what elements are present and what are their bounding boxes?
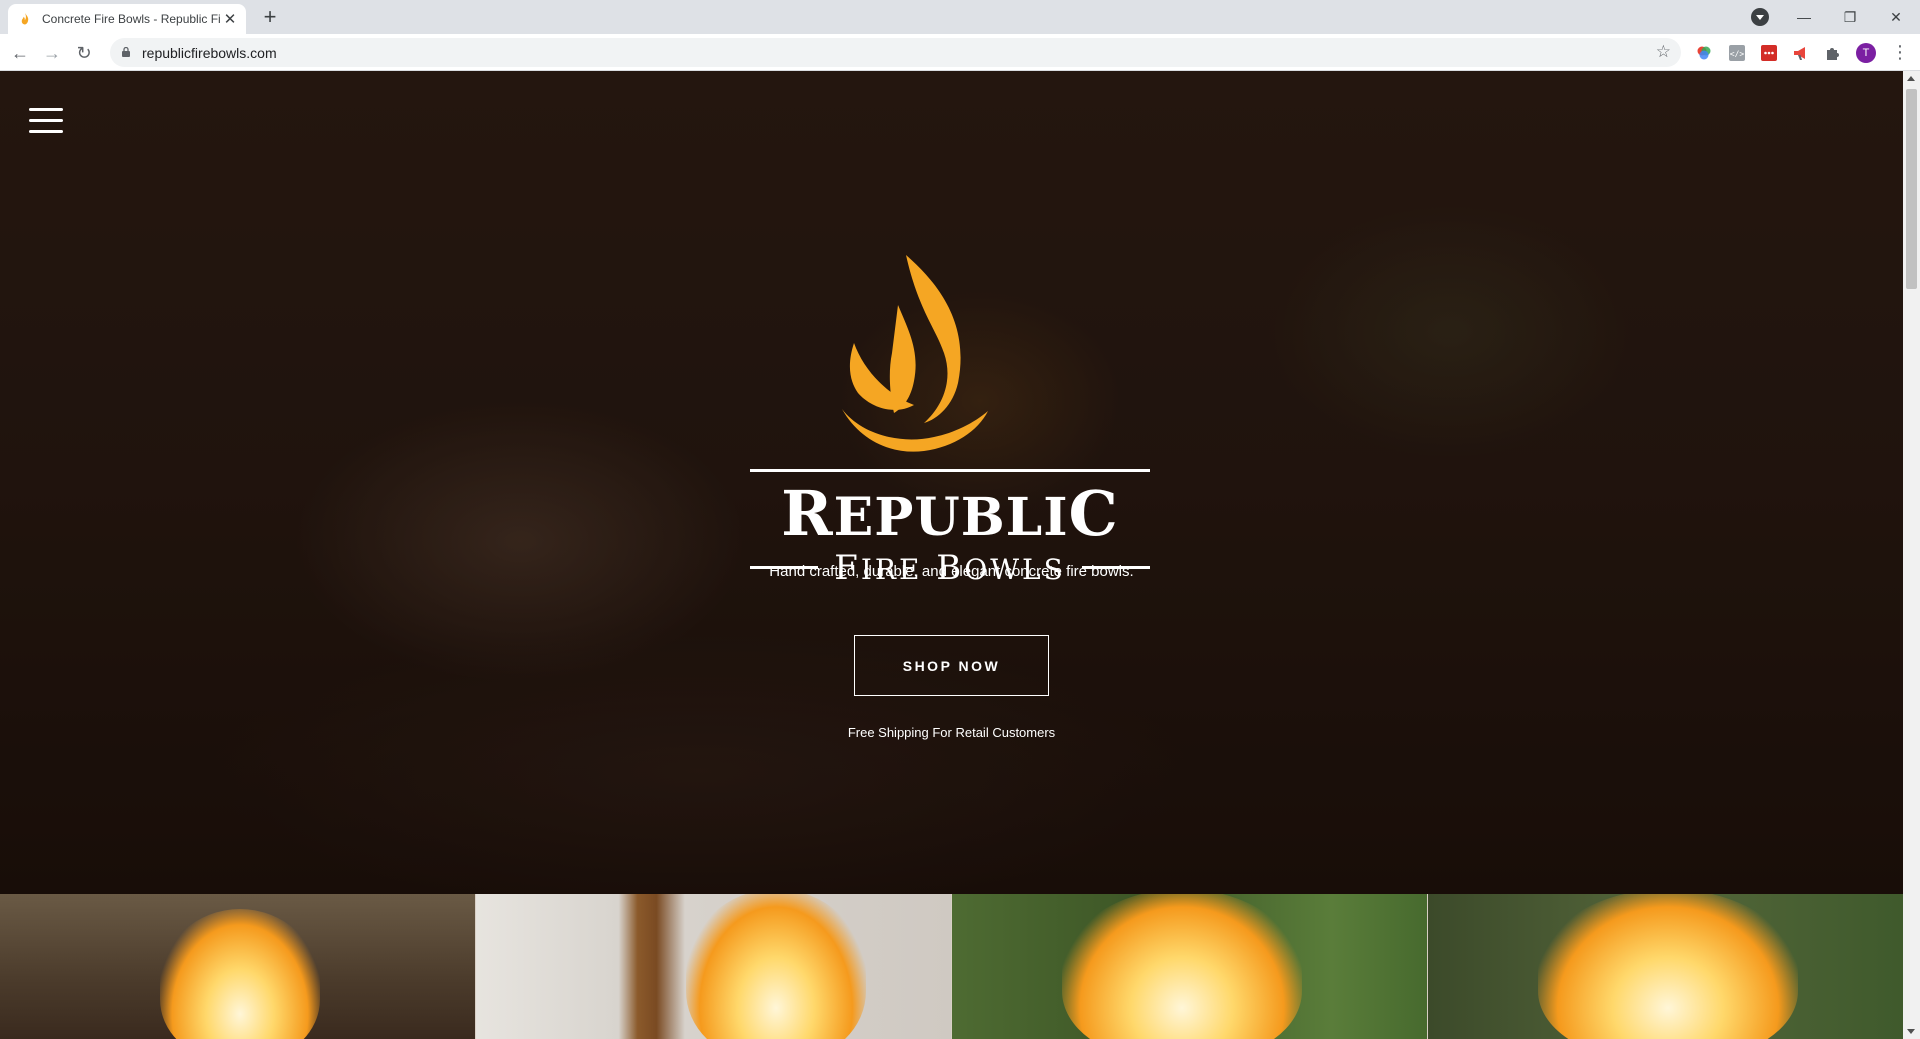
code-icon[interactable]: </> (1727, 43, 1747, 63)
product-tiles (0, 894, 1903, 1039)
scroll-down-icon[interactable] (1907, 1029, 1915, 1034)
megaphone-icon[interactable] (1791, 43, 1811, 63)
new-tab-button[interactable]: + (258, 6, 282, 30)
hero-section: REPUBLIC FIRE BOWLS Hand crafted, durabl… (0, 71, 1903, 894)
scroll-thumb[interactable] (1906, 89, 1917, 289)
hamburger-menu-icon[interactable] (29, 108, 63, 134)
republic-fire-bowls-logo: REPUBLIC FIRE BOWLS (750, 255, 1150, 587)
bookmark-star-icon[interactable]: ☆ (1656, 42, 1671, 62)
tab-search-icon[interactable] (1751, 8, 1769, 26)
browser-tab[interactable]: Concrete Fire Bowls - Republic Fi ✕ (8, 4, 246, 34)
address-bar[interactable]: republicfirebowls.com ☆ (110, 38, 1681, 67)
reload-icon[interactable]: ↻ (72, 41, 96, 65)
forward-arrow-icon[interactable]: → (40, 41, 64, 65)
fire-bowl-photo-4[interactable] (1427, 894, 1903, 1039)
restore-icon[interactable]: ❐ (1827, 0, 1873, 34)
browser-tab-bar: Concrete Fire Bowls - Republic Fi ✕ + — … (0, 0, 1920, 34)
fire-bowl-photo-2[interactable] (475, 894, 951, 1039)
close-window-icon[interactable]: ✕ (1873, 0, 1919, 34)
shop-now-button[interactable]: SHOP NOW (854, 635, 1049, 696)
page-scrollbar[interactable] (1903, 71, 1920, 1039)
profile-avatar[interactable]: T (1856, 43, 1876, 63)
svg-text:</>: </> (1730, 50, 1745, 59)
minimize-icon[interactable]: — (1781, 0, 1827, 34)
browser-menu-icon[interactable]: ⋮ (1890, 42, 1910, 64)
url-text: republicfirebowls.com (142, 45, 277, 61)
browser-toolbar: ← → ↻ republicfirebowls.com ☆ </> T ⋮ (0, 34, 1920, 71)
puzzle-icon[interactable] (1823, 43, 1843, 63)
shipping-note: Free Shipping For Retail Customers (847, 725, 1056, 740)
lock-icon (122, 47, 130, 57)
tab-title: Concrete Fire Bowls - Republic Fi (42, 12, 220, 26)
svg-text:REPUBLIC: REPUBLIC (781, 477, 1119, 550)
flame-favicon-icon (18, 12, 32, 26)
close-tab-icon[interactable]: ✕ (222, 11, 238, 28)
hero-tagline: Hand crafted, durable, and elegant concr… (769, 563, 1134, 580)
fire-bowl-photo-3[interactable] (951, 894, 1427, 1039)
fire-bowl-photo-1[interactable] (0, 894, 475, 1039)
color-picker-icon[interactable] (1694, 43, 1714, 63)
back-arrow-icon[interactable]: ← (8, 41, 32, 65)
scroll-up-icon[interactable] (1907, 76, 1915, 81)
lastpass-icon[interactable] (1759, 43, 1779, 63)
page-content: REPUBLIC FIRE BOWLS Hand crafted, durabl… (0, 71, 1903, 1039)
